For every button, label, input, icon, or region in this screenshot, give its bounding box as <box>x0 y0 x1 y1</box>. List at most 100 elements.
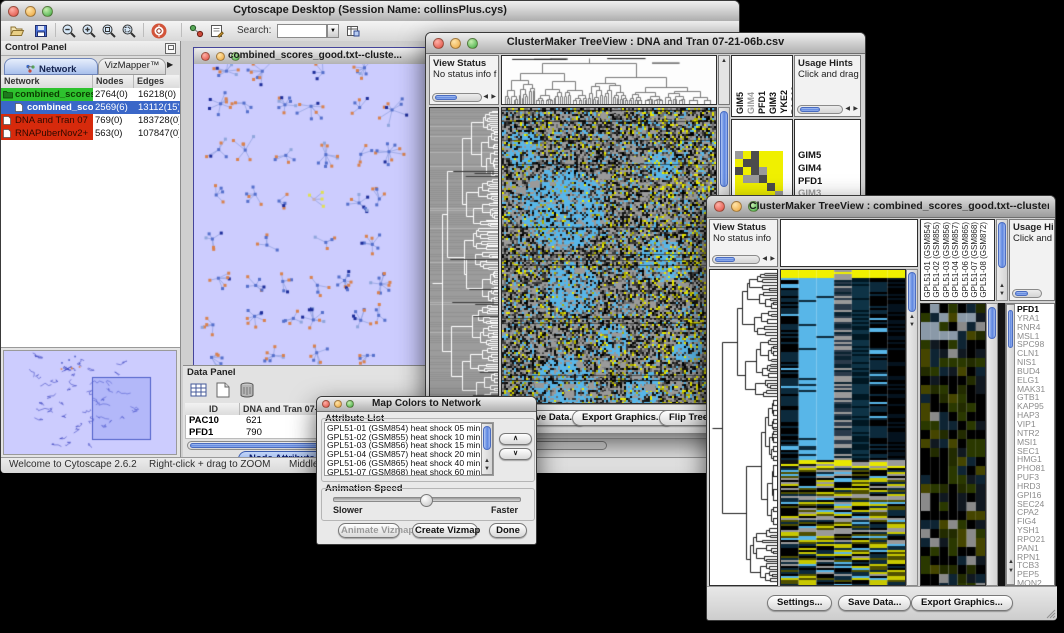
scroll-right-icon[interactable]: ▶ <box>853 106 858 113</box>
matrix-cell[interactable] <box>767 167 775 175</box>
zoom-in-icon[interactable] <box>81 23 97 39</box>
matrix-cell[interactable] <box>743 151 751 159</box>
cytoscape-titlebar[interactable]: Cytoscape Desktop (Session Name: collins… <box>1 1 739 22</box>
scroll-up-icon[interactable]: ▲ <box>721 58 727 65</box>
matrix-cell[interactable] <box>767 183 775 191</box>
minimize-icon[interactable] <box>334 400 342 408</box>
tv2-heatmap-vscrollbar[interactable]: ▲ ▼ <box>906 269 918 586</box>
done-button[interactable]: Done <box>489 523 527 538</box>
network-list-row[interactable]: combined_scores2764(0)16218(0) <box>1 88 180 101</box>
settings-button[interactable]: Settings... <box>767 595 832 611</box>
attribute-listbox[interactable]: GPL51-01 (GSM854) heat shock 05 minGPL51… <box>324 422 494 476</box>
tv1-heatmap[interactable] <box>501 107 717 404</box>
close-icon[interactable] <box>201 52 210 61</box>
hscrollbar-thumb[interactable] <box>800 107 820 112</box>
tab-vizmapper[interactable]: VizMapper™ <box>98 58 166 75</box>
matrix-cell[interactable] <box>759 183 767 191</box>
tv2-row-dendrogram[interactable] <box>709 269 778 586</box>
matrix-cell[interactable] <box>759 151 767 159</box>
zoom-out-icon[interactable] <box>61 23 77 39</box>
vscrollbar-thumb[interactable] <box>908 272 916 312</box>
matrix-cell[interactable] <box>767 159 775 167</box>
matrix-cell[interactable] <box>767 151 775 159</box>
tv2-heatmap[interactable] <box>780 269 906 586</box>
matrix-cell[interactable] <box>743 159 751 167</box>
tv1-column-dendrogram[interactable] <box>501 55 717 105</box>
tv2-column-dendrogram[interactable] <box>780 219 918 267</box>
gene-list-vscrollbar[interactable]: ▲ ▼ <box>1006 304 1015 585</box>
matrix-cell[interactable] <box>767 175 775 183</box>
close-icon[interactable] <box>433 38 444 49</box>
zoom-window-icon[interactable] <box>346 400 354 408</box>
tv2-status-hscrollbar[interactable] <box>712 255 760 264</box>
slider-thumb[interactable] <box>420 494 433 507</box>
matrix-cell[interactable] <box>735 167 743 175</box>
matrix-cell[interactable] <box>735 175 743 183</box>
tab-network[interactable]: Network <box>4 58 98 75</box>
node-add-icon[interactable] <box>189 23 205 39</box>
search-config-icon[interactable] <box>345 23 361 39</box>
matrix-cell[interactable] <box>751 175 759 183</box>
treeview1-titlebar[interactable]: ClusterMaker TreeView : DNA and Tran 07-… <box>426 33 865 54</box>
hscrollbar-thumb[interactable] <box>435 95 457 100</box>
matrix-cell[interactable] <box>751 151 759 159</box>
network-view-canvas[interactable] <box>194 64 425 372</box>
close-icon[interactable] <box>322 400 330 408</box>
tab-overflow-icon[interactable]: ▶ <box>167 60 173 69</box>
hscrollbar-thumb[interactable] <box>715 257 735 262</box>
open-folder-icon[interactable] <box>9 23 25 39</box>
network-overview-canvas[interactable] <box>4 351 176 454</box>
scroll-down-icon[interactable]: ▼ <box>999 291 1005 298</box>
matrix-cell[interactable] <box>743 167 751 175</box>
attribute-list-vscrollbar[interactable]: ▲ ▼ <box>481 423 493 475</box>
animate-vizmap-button[interactable]: Animate Vizmap <box>338 523 400 538</box>
zoom-matrix[interactable] <box>735 151 783 199</box>
save-icon[interactable] <box>33 23 49 39</box>
matrix-cell[interactable] <box>775 159 783 167</box>
vscrollbar-thumb[interactable] <box>988 307 996 339</box>
zoom-selected-icon[interactable] <box>121 23 137 39</box>
search-input[interactable] <box>277 24 327 38</box>
vscrollbar-thumb[interactable] <box>483 426 491 450</box>
new-attribute-icon[interactable] <box>213 380 233 405</box>
scroll-left-icon[interactable]: ◀ <box>845 106 850 113</box>
scroll-down-icon[interactable]: ▼ <box>484 466 490 473</box>
tv1-hints-hscrollbar[interactable] <box>797 105 843 114</box>
tv2-detail-heatmap[interactable] <box>920 303 986 586</box>
matrix-cell[interactable] <box>743 183 751 191</box>
matrix-cell[interactable] <box>759 167 767 175</box>
vscrollbar-thumb[interactable] <box>720 111 728 187</box>
scroll-up-icon[interactable]: ▲ <box>909 314 915 321</box>
vscrollbar-thumb[interactable] <box>1008 310 1013 348</box>
move-up-button[interactable]: ∧ <box>499 433 532 445</box>
scroll-left-icon[interactable]: ◀ <box>483 94 488 101</box>
col-nodes[interactable]: Nodes <box>93 75 134 88</box>
float-panel-icon[interactable] <box>165 43 176 54</box>
help-ring-icon[interactable] <box>151 23 167 39</box>
close-icon[interactable] <box>714 201 725 212</box>
resize-grip-icon[interactable] <box>1044 607 1056 619</box>
gene-label[interactable]: MON2 <box>1017 579 1045 586</box>
network-list-row[interactable]: combined_sco2569(6)13112(15) <box>1 101 180 114</box>
vscrollbar-thumb[interactable] <box>998 222 1006 268</box>
matrix-cell[interactable] <box>751 183 759 191</box>
create-vizmap-button[interactable]: Create Vizmap <box>412 523 478 538</box>
tv2-detail-vscrollbar[interactable] <box>986 303 998 586</box>
speed-slider[interactable] <box>333 497 521 502</box>
col-id[interactable]: ID <box>185 403 240 415</box>
scroll-left-icon[interactable]: ◀ <box>762 256 767 263</box>
matrix-cell[interactable] <box>775 183 783 191</box>
matrix-cell[interactable] <box>735 159 743 167</box>
minimize-icon[interactable] <box>216 52 225 61</box>
tv1-status-hscrollbar[interactable] <box>432 93 482 102</box>
scroll-right-icon[interactable]: ▶ <box>491 94 496 101</box>
save-data-button[interactable]: Save Data... <box>838 595 911 611</box>
matrix-cell[interactable] <box>743 175 751 183</box>
matrix-cell[interactable] <box>759 159 767 167</box>
scroll-up-icon[interactable]: ▲ <box>484 458 490 465</box>
attribute-select-icon[interactable] <box>189 380 209 405</box>
network-overview[interactable] <box>3 350 177 455</box>
tv1-col-scroll-strip[interactable]: ▲ <box>718 55 730 105</box>
matrix-cell[interactable] <box>735 151 743 159</box>
matrix-cell[interactable] <box>775 151 783 159</box>
